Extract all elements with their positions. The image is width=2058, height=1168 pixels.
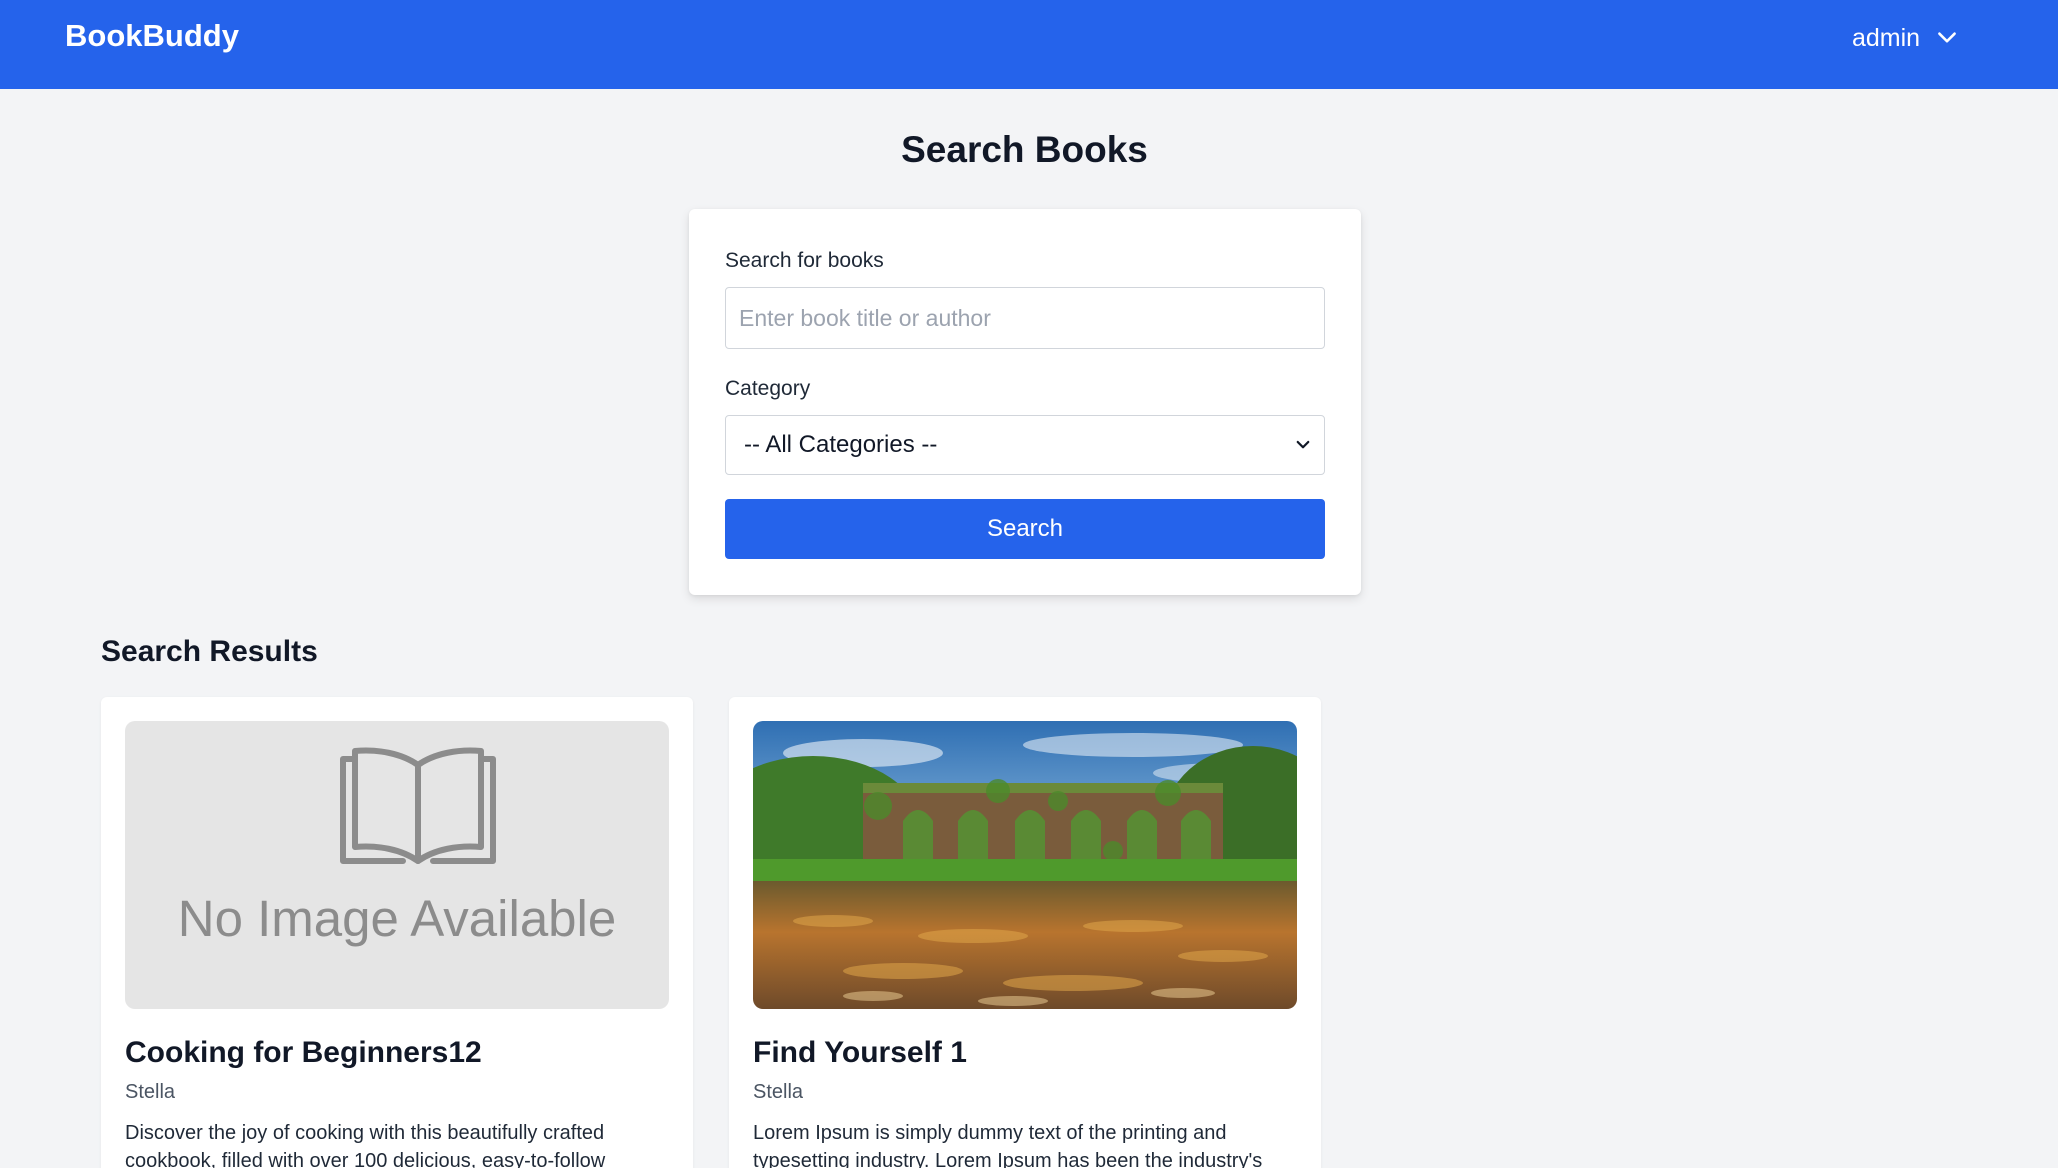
book-cover-placeholder: No Image Available [125,721,669,1009]
search-button[interactable]: Search [725,499,1325,559]
chevron-down-icon [1938,32,1956,43]
brand-logo[interactable]: BookBuddy [65,18,239,54]
book-cover-image [753,721,1297,1009]
search-input[interactable] [725,287,1325,349]
book-title[interactable]: Cooking for Beginners12 [125,1035,482,1071]
search-label: Search for books [725,249,884,272]
book-card[interactable]: Find Yourself 1 Stella Lorem Ipsum is si… [729,697,1321,1168]
book-author: Stella [125,1081,176,1103]
chevron-down-icon [1296,440,1310,449]
book-card[interactable]: No Image Available Cooking for Beginners… [101,697,693,1168]
user-menu[interactable]: admin [1852,20,1960,56]
user-name: admin [1852,23,1921,52]
book-title[interactable]: Find Yourself 1 [753,1035,967,1071]
no-image-text: No Image Available [177,890,617,947]
book-description: Lorem Ipsum is simply dummy text of the … [753,1122,1263,1168]
results-title: Search Results [101,635,318,668]
open-book-icon [340,747,496,864]
page-title: Search Books [901,129,1148,170]
aqueduct-landscape-image [753,721,1297,1009]
category-selected-value: -- All Categories -- [744,431,938,458]
top-navbar: BookBuddy admin [0,0,2058,89]
category-label: Category [725,377,811,400]
category-select[interactable]: -- All Categories -- [725,415,1325,475]
book-author: Stella [753,1081,804,1103]
search-form-card: Search for books Category -- All Categor… [689,209,1361,595]
book-description: Discover the joy of cooking with this be… [125,1122,606,1168]
